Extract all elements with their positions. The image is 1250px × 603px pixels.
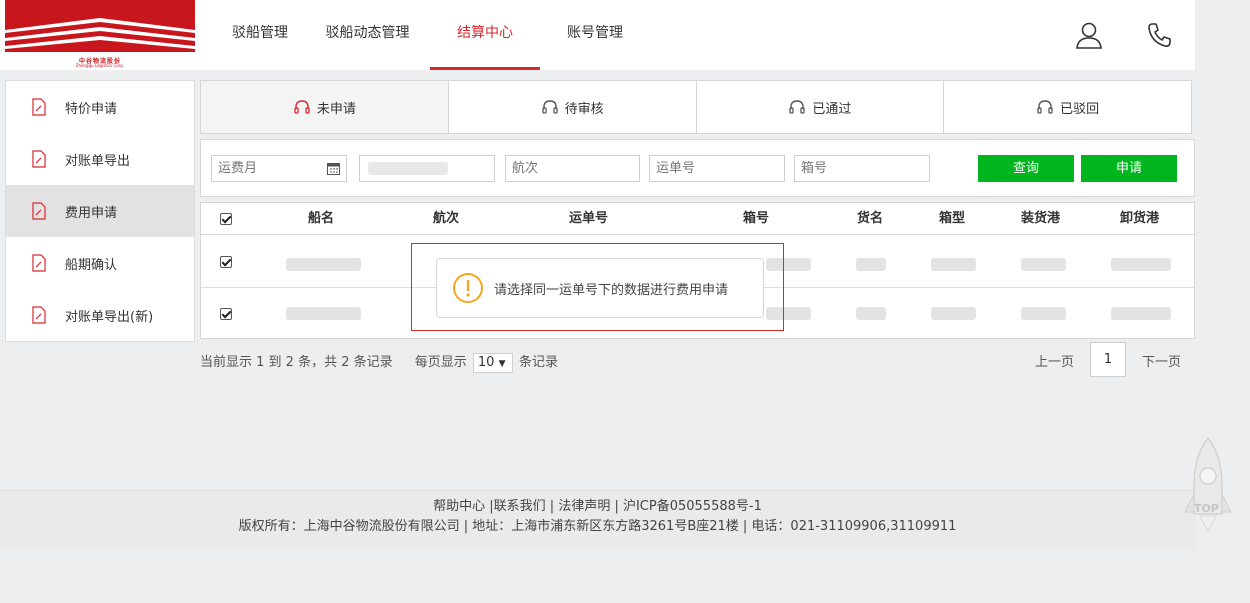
redacted-cell <box>931 307 976 320</box>
warning-toast: 请选择同一运单号下的数据进行费用申请 <box>436 258 764 318</box>
tab-pending-review[interactable]: 待审核 <box>449 81 697 133</box>
column-header: 装货港 <box>1021 211 1061 226</box>
nav-item-settlement-center[interactable]: 结算中心 <box>430 0 540 70</box>
waybill-input[interactable] <box>649 155 785 182</box>
footer: 帮助中心 |联系我们 | 法律声明 | 沪ICP备05055588号-1 版权所… <box>0 490 1195 550</box>
redacted-cell <box>1021 258 1066 271</box>
sidebar-item-special-price[interactable]: 特价申请 <box>6 81 194 133</box>
per-page-select[interactable]: 10 ▼ <box>472 352 513 373</box>
tab-approved[interactable]: 已通过 <box>697 81 945 133</box>
column-header: 箱号 <box>743 211 770 226</box>
rocket-icon <box>1184 436 1232 534</box>
tab-label: 未申请 <box>316 101 356 117</box>
redacted-cell <box>931 258 976 271</box>
sidebar-item-statement-export[interactable]: 对账单导出 <box>6 133 194 185</box>
current-page[interactable]: 1 <box>1090 342 1126 377</box>
footer-links[interactable]: 帮助中心 |联系我们 | 法律声明 | 沪ICP备05055588号-1 <box>0 497 1195 517</box>
nav-item-barge-management[interactable]: 驳船管理 <box>215 0 305 70</box>
pagination-info: 当前显示 1 到 2 条，共 2 条记录 每页显示 10 ▼ 条记录 <box>200 351 558 373</box>
headset-icon <box>294 100 310 114</box>
phone-icon[interactable] <box>1145 20 1175 50</box>
redacted-cell <box>856 307 886 320</box>
sidebar-item-label: 特价申请 <box>65 101 118 117</box>
nav-item-account-management[interactable]: 账号管理 <box>540 0 650 70</box>
voyage-input[interactable] <box>505 155 640 182</box>
sidebar-item-statement-export-new[interactable]: 对账单导出(新) <box>6 289 194 341</box>
filter-bar: 查询 申请 <box>200 139 1195 197</box>
sidebar-item-label: 对账单导出 <box>65 153 131 169</box>
headset-icon <box>541 100 558 114</box>
document-edit-icon <box>32 254 46 272</box>
nav-item-barge-dynamics[interactable]: 驳船动态管理 <box>305 0 430 70</box>
redacted-value <box>368 162 448 175</box>
redacted-cell <box>1111 258 1171 271</box>
toast-message: 请选择同一运单号下的数据进行费用申请 <box>494 282 729 298</box>
select-all-checkbox[interactable] <box>220 213 232 225</box>
next-page-link[interactable]: 下一页 <box>1142 351 1181 370</box>
redacted-cell <box>286 307 361 320</box>
chevron-down-icon: ▼ <box>498 358 506 369</box>
column-header: 运单号 <box>569 211 609 226</box>
per-page-prefix: 每页显示 <box>414 355 467 370</box>
column-header: 箱型 <box>939 211 966 226</box>
tab-rejected[interactable]: 已驳回 <box>944 81 1191 133</box>
user-icon[interactable] <box>1074 20 1104 50</box>
column-header: 卸货港 <box>1120 211 1160 226</box>
sidebar: 特价申请 对账单导出 费用申请 船期确认 对账单导出(新) <box>5 80 195 342</box>
document-edit-icon <box>32 202 46 220</box>
headset-icon <box>1037 100 1053 114</box>
tab-label: 待审核 <box>564 101 604 117</box>
per-page-value: 10 <box>477 354 495 370</box>
redacted-cell <box>856 258 886 271</box>
column-header: 航次 <box>433 211 460 226</box>
logo-graphic <box>5 0 195 56</box>
headset-icon <box>789 100 806 114</box>
prev-page-link[interactable]: 上一页 <box>1035 351 1074 370</box>
footer-copyright: 版权所有：上海中谷物流股份有限公司 | 地址：上海市浦东新区东方路3261号B座… <box>238 519 957 534</box>
sidebar-item-label: 费用申请 <box>65 205 118 221</box>
sidebar-item-schedule-confirm[interactable]: 船期确认 <box>6 237 194 289</box>
sidebar-item-fee-application[interactable]: 费用申请 <box>6 185 194 237</box>
query-button[interactable]: 查询 <box>978 155 1074 182</box>
company-logo[interactable]: 中谷物流股份 Zhonggu Logistics Corp. <box>5 0 195 70</box>
box-number-input[interactable] <box>794 155 930 182</box>
top-label: TOP <box>1194 502 1219 515</box>
ship-name-input[interactable] <box>359 155 495 182</box>
logo-subtext: Zhonggu Logistics Corp. <box>75 63 125 68</box>
document-edit-icon <box>32 150 46 168</box>
redacted-cell <box>1111 307 1171 320</box>
row-checkbox[interactable] <box>220 308 232 320</box>
tab-label: 已通过 <box>812 101 852 117</box>
sidebar-item-label: 对账单导出(新) <box>65 309 154 325</box>
redacted-cell <box>1021 307 1066 320</box>
header-divider <box>201 234 1194 235</box>
tab-label: 已驳回 <box>1060 101 1100 117</box>
redacted-cell <box>286 258 361 271</box>
column-header: 货名 <box>857 211 884 226</box>
calendar-icon[interactable] <box>327 162 340 175</box>
warning-icon <box>453 273 483 303</box>
back-to-top-button[interactable]: TOP <box>1182 436 1234 536</box>
apply-button[interactable]: 申请 <box>1081 155 1177 182</box>
column-header: 船名 <box>308 211 335 226</box>
record-count-text: 当前显示 1 到 2 条，共 2 条记录 <box>200 355 393 370</box>
sidebar-item-label: 船期确认 <box>65 257 118 273</box>
status-tabs: 未申请 待审核 已通过 已驳回 <box>200 80 1192 134</box>
main-nav: 驳船管理 驳船动态管理 结算中心 账号管理 <box>215 0 650 70</box>
row-checkbox[interactable] <box>220 256 232 268</box>
per-page-suffix: 条记录 <box>519 355 559 370</box>
document-edit-icon <box>32 306 46 324</box>
tab-not-applied[interactable]: 未申请 <box>201 81 449 133</box>
top-header: 中谷物流股份 Zhonggu Logistics Corp. 驳船管理 驳船动态… <box>0 0 1195 70</box>
document-edit-icon <box>32 98 46 116</box>
